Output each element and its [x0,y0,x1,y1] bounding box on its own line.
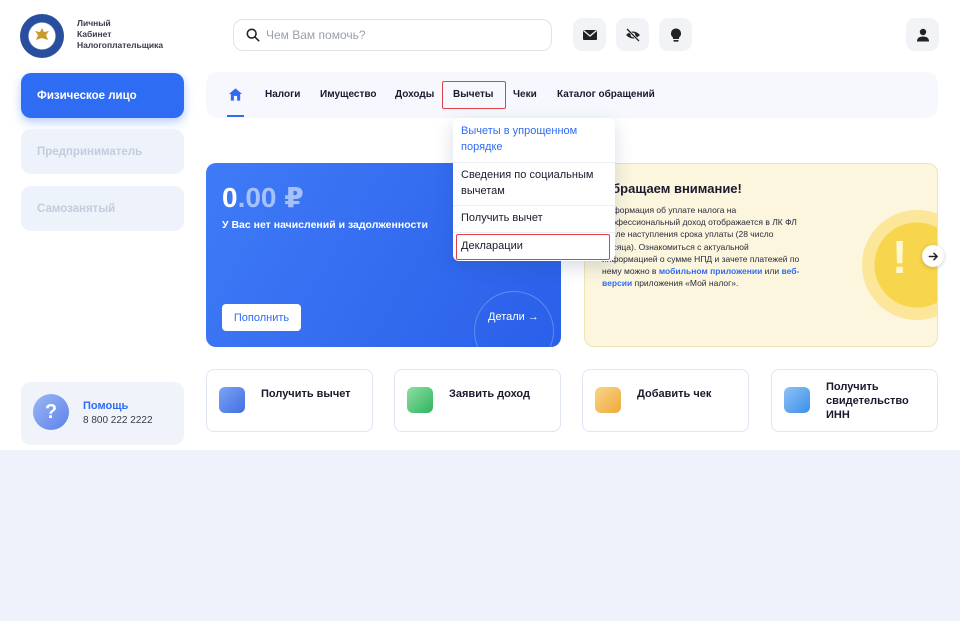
next-slide-button[interactable] [922,245,944,267]
exclamation-icon: ! [892,231,908,283]
action-label: Заявить доход [449,388,530,400]
tab-income[interactable]: Доходы [395,89,434,100]
balance-amount: 0.00 ₽ [222,182,304,213]
main-tabs: Налоги Имущество Доходы Вычеты Чеки Ката… [206,72,938,118]
receipt-icon [595,387,621,413]
tab-receipts[interactable]: Чеки [513,89,537,100]
logo-emblem[interactable] [20,14,64,58]
active-tab-indicator [227,115,244,117]
notice-body: Информация об уплате налога на профессио… [602,205,800,289]
mobile-app-link[interactable]: мобильном приложении [659,266,762,276]
sidebar-item-label: Самозанятый [37,202,116,215]
help-title: Помощь [83,400,129,412]
sidebar-item-label: Предприниматель [37,145,143,158]
sidebar-item-self-employed[interactable]: Самозанятый [21,186,184,231]
dropdown-item-get-deduction[interactable]: Получить вычет [461,210,609,226]
action-declare-income[interactable]: Заявить доход [394,369,561,432]
help-card[interactable]: ? Помощь 8 800 222 2222 [21,382,184,445]
sidebar-item-entrepreneur[interactable]: Предприниматель [21,129,184,174]
deductions-dropdown: Вычеты в упрощенном порядке Сведения по … [453,118,615,261]
divider [453,205,615,206]
divider [453,232,615,233]
action-label: Добавить чек [637,388,712,400]
help-phone: 8 800 222 2222 [83,415,153,426]
lightbulb-icon [670,28,681,42]
details-link[interactable]: Детали → [488,311,539,323]
action-add-receipt[interactable]: Добавить чек [582,369,749,432]
topup-button[interactable]: Пополнить [222,304,301,331]
search-icon [246,28,260,42]
tab-taxes[interactable]: Налоги [265,89,300,100]
monitor-icon [784,387,810,413]
user-icon [916,28,929,41]
tab-property[interactable]: Имущество [320,89,376,100]
mail-icon [582,29,597,40]
balance-description: У Вас нет начислений и задолженности [222,219,428,231]
wallet-icon [219,387,245,413]
declarations-highlight [456,234,610,260]
action-get-deduction[interactable]: Получить вычет [206,369,373,432]
logo-text[interactable]: Личный Кабинет Налогоплательщика [77,18,163,51]
notice-card: ! Обращаем внимание! Информация об уплат… [584,163,938,347]
notice-title: Обращаем внимание! [602,181,742,196]
search-box[interactable] [233,19,552,51]
action-get-inn-certificate[interactable]: Получить свидетельство ИНН [771,369,938,432]
divider [453,162,615,163]
dropdown-item-social-deductions[interactable]: Сведения по социальным вычетам [461,167,609,199]
mail-button[interactable] [573,18,606,51]
tab-requests-catalog[interactable]: Каталог обращений [557,89,655,100]
page-background [0,450,960,621]
ruble-shield-icon [407,387,433,413]
tab-deductions-highlight [442,81,506,109]
action-label: Получить вычет [261,388,351,400]
action-label: Получить свидетельство ИНН [826,381,909,421]
tips-button[interactable] [659,18,692,51]
sidebar-item-individual[interactable]: Физическое лицо [21,73,184,118]
question-icon: ? [33,394,69,430]
arrow-right-icon [928,252,938,260]
eye-off-icon [625,27,640,42]
dropdown-item-simplified-deductions[interactable]: Вычеты в упрощенном порядке [461,123,609,155]
eagle-icon [35,28,49,40]
home-icon[interactable] [228,87,243,102]
search-input[interactable] [266,28,526,42]
sidebar-item-label: Физическое лицо [37,89,137,102]
profile-button[interactable] [906,18,939,51]
visibility-toggle-button[interactable] [616,18,649,51]
